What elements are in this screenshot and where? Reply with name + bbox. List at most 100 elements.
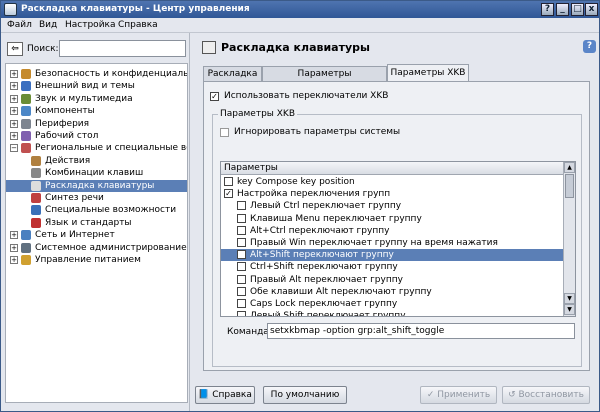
tree-item-label: Системное администрирование — [35, 242, 187, 253]
tree-item-label: Язык и стандарты — [45, 217, 132, 228]
module-icon — [21, 230, 31, 241]
option-checkbox[interactable] — [237, 213, 246, 223]
tab-xkb-options[interactable]: Параметры XKB — [387, 64, 469, 82]
help-icon[interactable]: ? — [583, 40, 596, 53]
expand-icon[interactable]: + — [10, 132, 18, 140]
ignore-system-checkbox[interactable] — [220, 128, 229, 137]
help-button-label: Справка — [212, 390, 252, 400]
apply-button-label: Применить — [437, 390, 491, 400]
tree-item[interactable]: + Компоненты — [6, 105, 187, 117]
option-checkbox[interactable] — [237, 238, 246, 247]
module-icon — [21, 131, 31, 141]
command-label: Команда: — [227, 327, 272, 337]
tree-item[interactable]: + Сеть и Интернет — [6, 229, 187, 241]
tree-item-label: Управление питанием — [35, 255, 141, 265]
option-label: Правый Win переключает группу на время н… — [250, 238, 498, 248]
option-row[interactable]: Ctrl+Shift переключают группу — [221, 261, 563, 273]
option-checkbox[interactable] — [237, 262, 246, 272]
minimize-icon[interactable]: _ — [556, 3, 569, 16]
option-checkbox[interactable]: ✓ — [224, 189, 233, 199]
tree-item[interactable]: Раскладка клавиатуры — [6, 179, 187, 192]
scroll-up-icon[interactable]: ▲ — [564, 162, 575, 173]
option-checkbox[interactable] — [237, 274, 246, 284]
option-label: Клавиша Menu переключает группу — [250, 213, 422, 224]
option-label: Caps Lock переключает группу — [250, 299, 398, 309]
tree-item-label: Региональные и специальные во... — [35, 143, 187, 154]
reset-button-label: Восстановить — [518, 390, 584, 400]
expand-icon[interactable]: − — [10, 144, 18, 153]
option-checkbox[interactable] — [237, 286, 246, 296]
expand-icon[interactable]: + — [10, 243, 18, 252]
scroll-thumb[interactable] — [565, 174, 574, 198]
option-checkbox[interactable] — [237, 225, 246, 235]
defaults-button[interactable]: По умолчанию — [263, 386, 347, 404]
close-icon[interactable]: x — [585, 3, 598, 16]
option-checkbox[interactable] — [237, 201, 246, 211]
option-checkbox[interactable]: ✓ — [237, 250, 246, 260]
tree-item[interactable]: + Безопасность и конфиденциальн... — [6, 68, 187, 80]
module-icon — [21, 255, 31, 265]
option-row[interactable]: Левый Shift переключает группу — [221, 310, 563, 316]
maximize-icon[interactable]: □ — [571, 3, 584, 16]
window-title: Раскладка клавиатуры - Центр управления — [21, 4, 250, 14]
tree-item[interactable]: + Внешний вид и темы — [6, 80, 187, 92]
tab-layout[interactable]: Раскладка — [203, 66, 262, 82]
option-row[interactable]: Caps Lock переключает группу — [221, 298, 563, 310]
scroll-down-2-icon[interactable]: ▼ — [564, 304, 575, 315]
tree-item[interactable]: + Рабочий стол — [6, 130, 187, 142]
expand-icon[interactable]: + — [10, 70, 18, 78]
tree-item[interactable]: Язык и стандарты — [6, 217, 187, 229]
xkb-tab-panel: ✓ Использовать переключатели XKB Парамет… — [203, 81, 590, 371]
tree-item[interactable]: Действия — [6, 155, 187, 167]
tree-item[interactable]: − Региональные и специальные во... — [6, 142, 187, 154]
option-row[interactable]: ✓ Настройка переключения групп — [221, 188, 563, 200]
scroll-down-icon[interactable]: ▼ — [564, 293, 575, 304]
option-checkbox[interactable] — [224, 177, 233, 186]
option-row[interactable]: Alt+Ctrl переключают группу — [221, 225, 563, 237]
tree-item[interactable]: Синтез речи — [6, 192, 187, 204]
option-row[interactable]: ✓ Alt+Shift переключают группу — [221, 249, 563, 262]
option-row[interactable]: key Compose key position — [221, 176, 563, 188]
clear-search-icon[interactable]: ⇦ — [7, 42, 23, 56]
expand-icon[interactable]: + — [10, 94, 18, 103]
menu-view[interactable]: Вид — [39, 20, 57, 30]
option-row[interactable]: Обе клавиши Alt переключают группу — [221, 286, 563, 298]
menu-help[interactable]: Справка — [118, 20, 158, 30]
option-row[interactable]: Правый Win переключает группу на время н… — [221, 237, 563, 249]
option-row[interactable]: Левый Ctrl переключает группу — [221, 200, 563, 212]
tree-item[interactable]: Специальные возможности — [6, 204, 187, 216]
expand-icon[interactable]: + — [10, 82, 18, 91]
tree-item-label: Сеть и Интернет — [35, 230, 115, 241]
help-button[interactable]: 📘 Справка — [195, 386, 255, 404]
option-row[interactable]: Клавиша Menu переключает группу — [221, 213, 563, 225]
menu-settings[interactable]: Настройка — [65, 20, 116, 30]
help-book-icon: 📘 — [198, 390, 213, 400]
expand-icon[interactable]: + — [10, 256, 18, 264]
option-row[interactable]: Правый Alt переключает группу — [221, 274, 563, 286]
tree-item[interactable]: + Периферия — [6, 118, 187, 130]
tree-item[interactable]: + Системное администрирование — [6, 242, 187, 254]
tab-switch-options[interactable]: Параметры переключения — [262, 66, 387, 93]
command-field[interactable]: setxkbmap -option grp:alt_shift_toggle — [267, 323, 575, 339]
list-header[interactable]: Параметры — [221, 162, 563, 175]
page-title: Раскладка клавиатуры — [221, 41, 370, 54]
reset-button[interactable]: ↺ Восстановить — [502, 386, 590, 404]
apply-button[interactable]: ✓ Применить — [420, 386, 497, 404]
scrollbar[interactable]: ▲ ▼ ▼ — [563, 162, 575, 316]
option-checkbox[interactable] — [237, 299, 246, 308]
use-xkb-checkbox[interactable]: ✓ — [210, 92, 219, 101]
tree-item[interactable]: + Управление питанием — [6, 254, 187, 266]
expand-icon[interactable]: + — [10, 119, 18, 128]
option-checkbox[interactable] — [237, 311, 246, 316]
menu-file[interactable]: Файл — [7, 20, 32, 30]
tree-item-label: Безопасность и конфиденциальн... — [35, 69, 187, 79]
module-icon — [21, 69, 31, 79]
title-bar: Раскладка клавиатуры - Центр управления … — [1, 1, 599, 18]
expand-icon[interactable]: + — [10, 231, 18, 240]
tree-item[interactable]: + Звук и мультимедиа — [6, 93, 187, 105]
control-center-window: Раскладка клавиатуры - Центр управления … — [0, 0, 600, 412]
expand-icon[interactable]: + — [10, 107, 18, 116]
search-input[interactable] — [59, 40, 186, 57]
help-title-icon[interactable]: ? — [541, 3, 554, 16]
tree-item[interactable]: Комбинации клавиш — [6, 167, 187, 179]
